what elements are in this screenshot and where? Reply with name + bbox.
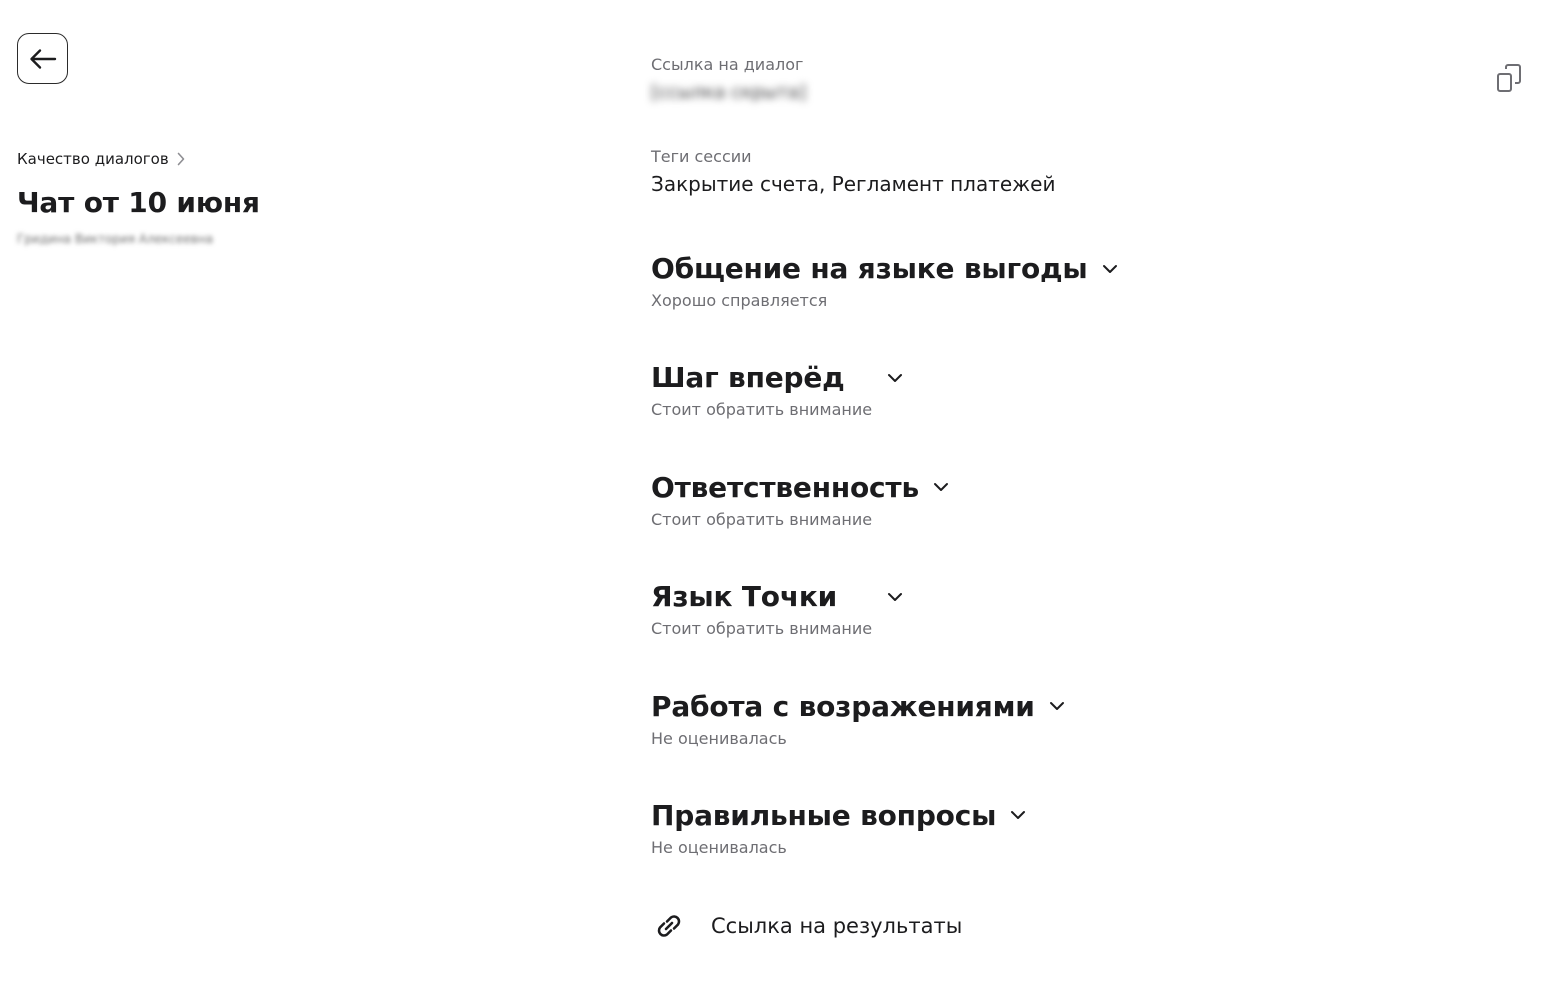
criterion-status: Стоит обратить внимание	[651, 619, 873, 639]
author-name: Гридина Виктория Алексеевна	[17, 232, 214, 246]
session-tags-value: Закрытие счета, Регламент платежей	[651, 172, 1056, 196]
criterion-item: Ответственность Стоит обратить внимание	[651, 471, 1118, 580]
dialog-link-value[interactable]: [ссылка скрыта]	[651, 82, 1379, 103]
chevron-right-icon	[177, 152, 185, 166]
criterion-title: Работа с возражениями	[651, 689, 1035, 723]
chevron-down-icon	[1010, 810, 1026, 820]
criterion-item: Язык Точки Стоит обратить внимание	[651, 580, 1118, 689]
criterion-status: Стоит обратить внимание	[651, 509, 873, 529]
criterion-item: Шаг вперёд Стоит обратить внимание	[651, 361, 1118, 470]
criterion-item: Общение на языке выгоды Хорошо справляет…	[651, 252, 1118, 361]
criterion-header[interactable]: Работа с возражениями	[651, 690, 1118, 723]
page-title: Чат от 10 июня	[17, 186, 260, 219]
criterion-title: Ответственность	[651, 470, 919, 504]
criterion-header[interactable]: Ответственность	[651, 471, 1118, 504]
criterion-title: Шаг вперёд	[651, 361, 845, 395]
criterion-status: Стоит обратить внимание	[651, 400, 873, 420]
criterion-header[interactable]: Общение на языке выгоды	[651, 252, 1118, 285]
criteria-list: Общение на языке выгоды Хорошо справляет…	[651, 252, 1118, 908]
criterion-header[interactable]: Правильные вопросы	[651, 799, 1118, 832]
criterion-title: Язык Точки	[651, 580, 838, 614]
criterion-header[interactable]: Язык Точки	[651, 580, 1118, 613]
arrow-left-icon	[29, 48, 57, 70]
copy-link-button[interactable]	[1494, 62, 1526, 94]
criterion-title: Правильные вопросы	[651, 798, 997, 832]
breadcrumb[interactable]: Качество диалогов	[17, 150, 185, 168]
chevron-down-icon	[1102, 264, 1118, 274]
criterion-status: Не оценивалась	[651, 837, 787, 857]
criterion-item: Правильные вопросы Не оценивалась	[651, 799, 1118, 908]
results-link[interactable]: Ссылка на результаты	[651, 908, 962, 944]
session-tags-label: Теги сессии	[651, 147, 752, 166]
chevron-down-icon	[887, 373, 903, 383]
criterion-status: Хорошо справляется	[651, 291, 828, 310]
page: Качество диалогов Чат от 10 июня Гридина…	[0, 0, 1560, 982]
criterion-item: Работа с возражениями Не оценивалась	[651, 690, 1118, 799]
chevron-down-icon	[887, 592, 903, 602]
criterion-title: Общение на языке выгоды	[651, 252, 1088, 285]
back-button[interactable]	[17, 33, 68, 84]
copy-icon	[1496, 63, 1524, 93]
dialog-link-section: Ссылка на диалог [ссылка скрыта]	[651, 55, 1411, 103]
session-tags-section: Теги сессии Закрытие счета, Регламент пл…	[651, 147, 1055, 196]
chevron-down-icon	[1049, 701, 1065, 711]
link-icon	[651, 908, 687, 944]
criterion-header[interactable]: Шаг вперёд	[651, 361, 1118, 394]
results-link-label[interactable]: Ссылка на результаты	[711, 914, 962, 938]
dialog-link-label: Ссылка на диалог	[651, 55, 804, 74]
breadcrumb-label[interactable]: Качество диалогов	[17, 150, 169, 168]
chevron-down-icon	[933, 482, 949, 492]
criterion-status: Не оценивалась	[651, 728, 787, 748]
